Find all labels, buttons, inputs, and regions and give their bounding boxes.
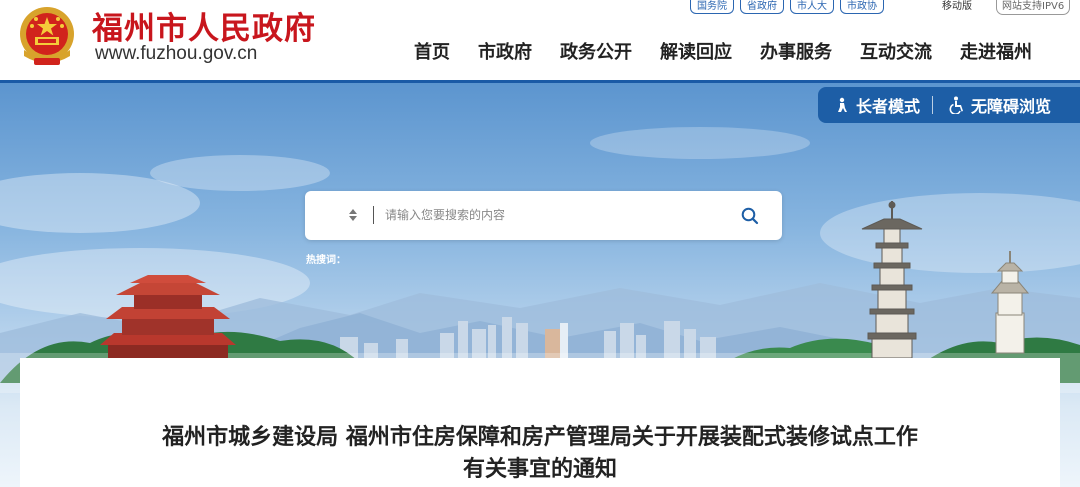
toplink-cppcc[interactable]: 市政协 <box>840 0 884 14</box>
barrier-free-label: 无障碍浏览 <box>971 97 1052 116</box>
article-title: 福州市城乡建设局 福州市住房保障和房产管理局关于开展装配式装修试点工作 有关事宜… <box>20 422 1060 486</box>
toplink-npc[interactable]: 市人大 <box>790 0 834 14</box>
nav-item-about-fuzhou[interactable]: 走进福州 <box>960 38 1032 64</box>
elder-mode-button[interactable]: 长者模式 <box>818 93 920 117</box>
nav-item-gov-affairs[interactable]: 政务公开 <box>560 38 632 64</box>
barrier-free-button[interactable]: 无障碍浏览 <box>933 93 1051 117</box>
nav-item-city-gov[interactable]: 市政府 <box>478 38 532 64</box>
main-nav: 首页 市政府 政务公开 解读回应 办事服务 互动交流 走进福州 <box>414 38 1032 64</box>
search-icon <box>741 207 759 225</box>
article-card: 福州市城乡建设局 福州市住房保障和房产管理局关于开展装配式装修试点工作 有关事宜… <box>20 358 1060 487</box>
article-title-line-1: 福州市城乡建设局 福州市住房保障和房产管理局关于开展装配式装修试点工作 <box>162 425 918 450</box>
accessibility-bar: 长者模式 无障碍浏览 <box>818 87 1080 123</box>
nav-item-services[interactable]: 办事服务 <box>760 38 832 64</box>
search-divider <box>373 206 374 224</box>
site-domain: www.fuzhou.gov.cn <box>95 43 258 64</box>
search-input[interactable] <box>385 201 725 229</box>
elder-icon <box>838 97 847 112</box>
elder-mode-label: 长者模式 <box>856 97 921 116</box>
toplink-state-council[interactable]: 国务院 <box>690 0 734 14</box>
site-name[interactable]: 福州市人民政府 <box>92 3 316 48</box>
toplink-provincial-gov[interactable]: 省政府 <box>740 0 784 14</box>
top-links: 国务院 省政府 市人大 市政协 <box>690 0 890 16</box>
sort-toggle-icon[interactable] <box>347 207 359 223</box>
mobile-version-link[interactable]: 移动版 <box>942 0 972 13</box>
article-title-line-2: 有关事宜的通知 <box>462 457 617 482</box>
wheelchair-icon <box>949 96 964 114</box>
ipv6-badge: 网站支持IPV6 <box>996 0 1071 15</box>
hot-search-label: 热搜词： <box>306 255 346 266</box>
nav-item-interpretation[interactable]: 解读回应 <box>660 38 732 64</box>
site-header: 福州市人民政府 www.fuzhou.gov.cn 国务院 省政府 市人大 市政… <box>0 0 1080 82</box>
national-emblem-icon[interactable] <box>14 4 80 68</box>
search-button[interactable] <box>737 203 763 229</box>
nav-item-home[interactable]: 首页 <box>414 38 450 64</box>
nav-item-interaction[interactable]: 互动交流 <box>860 38 932 64</box>
search-box <box>305 191 782 240</box>
pagoda-illustration <box>861 201 923 359</box>
